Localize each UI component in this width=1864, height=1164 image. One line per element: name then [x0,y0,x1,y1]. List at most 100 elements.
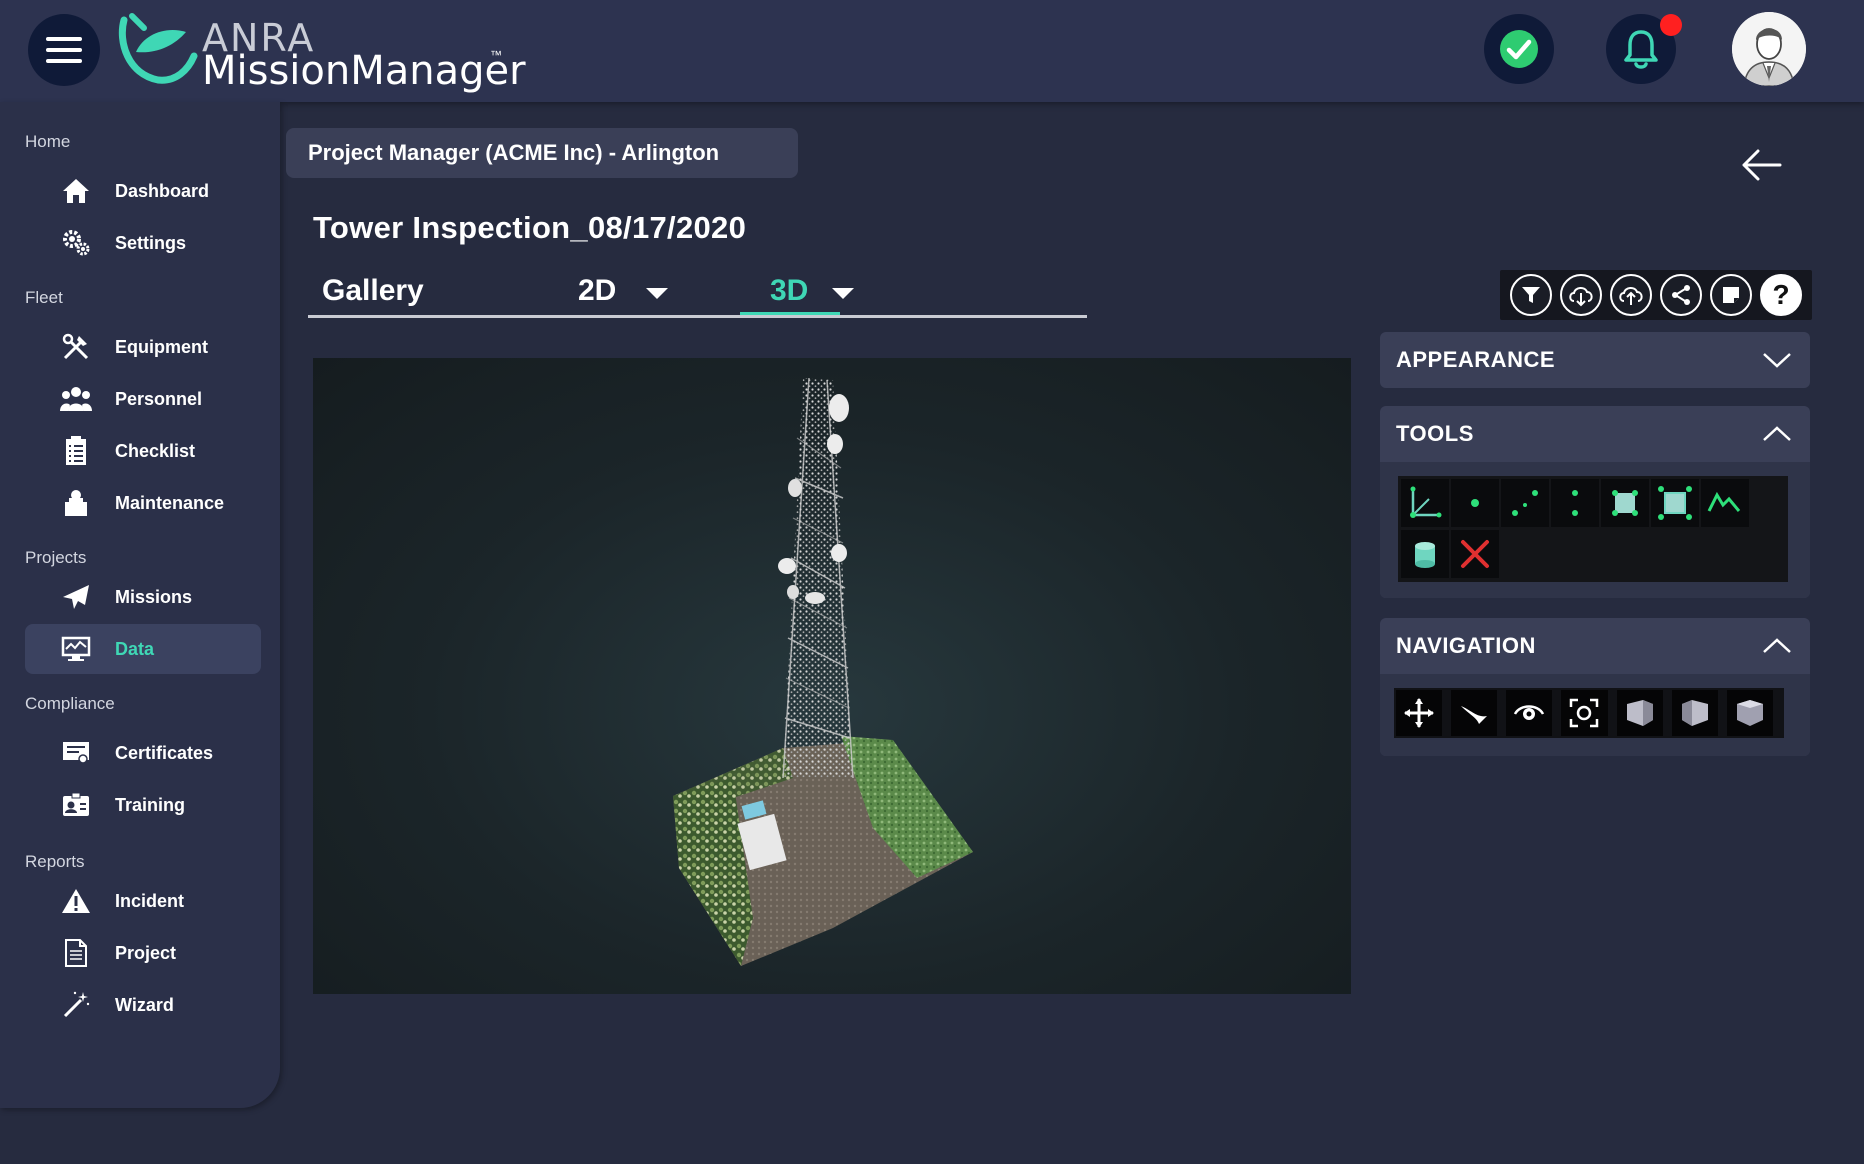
sidebar-item-missions[interactable]: Missions [25,572,261,622]
note-icon [1723,287,1739,303]
orbit-controls-tool[interactable] [1506,690,1553,736]
left-view-icon [1681,700,1708,726]
sidebar-item-project[interactable]: Project [25,928,261,978]
active-tab-indicator [740,312,840,315]
monitor-chart-icon [59,632,93,666]
full-extent-icon [1570,698,1599,728]
cloud-download-button[interactable] [1560,274,1602,316]
tools-panel-title: TOOLS [1396,421,1474,446]
cylinder-tool[interactable] [1401,530,1449,578]
filter-button[interactable] [1510,274,1552,316]
remove-measurements-icon [1461,540,1489,568]
bell-icon [1624,30,1658,69]
sidebar-item-label: Certificates [115,742,214,763]
height-tool[interactable] [1551,479,1599,527]
section-compliance: Compliance [25,694,115,713]
sidebar-item-label: Incident [115,890,185,911]
angle-measure-icon [1410,486,1442,518]
tools-panel-header[interactable]: TOOLS [1380,406,1810,462]
remove-measurements-tool[interactable] [1451,530,1499,578]
sidebar-item-personnel[interactable]: Personnel [25,374,261,424]
cylinder-icon [1415,542,1435,568]
area-icon [1612,490,1638,516]
sidebar-item-settings[interactable]: Settings [25,218,261,268]
hamburger-menu-button[interactable] [28,14,100,86]
sidebar-item-wizard[interactable]: Wizard [25,980,261,1030]
profile-tool[interactable] [1701,479,1749,527]
sidebar-item-label: Settings [115,232,187,253]
tab-3d-dropdown-caret[interactable] [832,288,854,299]
sidebar-item-checklist[interactable]: Checklist [25,426,261,476]
orbit-controls-icon [1514,705,1545,720]
sidebar-item-data[interactable]: Data [25,624,261,674]
view-tabs: Gallery 2D 3D [308,270,1087,318]
appearance-panel: APPEARANCE [1380,332,1810,388]
fly-controls-tool[interactable] [1451,690,1498,736]
filter-icon [1522,287,1540,303]
warning-icon [59,884,93,918]
back-button[interactable] [1738,142,1784,188]
cloud-upload-icon [1619,287,1643,305]
sidebar-item-label: Missions [115,586,193,607]
distance-icon [1512,490,1538,516]
sidebar-item-label: Dashboard [115,180,210,201]
sidebar-item-training[interactable]: Training [25,780,261,830]
top-view-tool[interactable] [1726,690,1773,736]
help-button[interactable]: ? [1760,274,1802,316]
tab-2d[interactable]: 2D [578,274,616,308]
logo-trademark: ™ [490,48,502,62]
sidebar: Home Dashboard Settings Fleet Equipment … [0,102,280,1108]
tab-3d[interactable]: 3D [770,274,808,308]
section-reports: Reports [25,852,85,871]
sidebar-item-certificates[interactable]: Certificates [25,728,261,778]
cloud-upload-button[interactable] [1610,274,1652,316]
height-icon [1572,490,1578,516]
measurement-tools-grid [1398,476,1788,582]
sidebar-item-equipment[interactable]: Equipment [25,322,261,372]
system-status-button[interactable] [1484,14,1554,84]
paper-plane-icon [59,580,93,614]
share-icon [1672,285,1690,305]
sidebar-item-label: Project [115,942,177,963]
navigation-panel-body [1380,674,1810,756]
chevron-up-icon [1763,638,1791,653]
point-icon [1471,499,1479,507]
angle-measure-tool[interactable] [1401,479,1449,527]
navigation-panel-header[interactable]: NAVIGATION [1380,618,1810,674]
tab-2d-dropdown-caret[interactable] [646,288,668,299]
breadcrumb: Project Manager (ACME Inc) - Arlington [286,128,798,178]
earth-controls-tool[interactable] [1396,690,1443,736]
tab-gallery[interactable]: Gallery [322,274,424,308]
volume-tool[interactable] [1651,479,1699,527]
viewer-toolbar: ? [1500,270,1812,320]
people-icon [59,382,93,416]
left-view-tool[interactable] [1671,690,1718,736]
tools-icon [59,330,93,364]
share-button[interactable] [1660,274,1702,316]
section-home: Home [25,132,71,151]
tools-panel: TOOLS [1380,406,1810,598]
appearance-panel-header[interactable]: APPEARANCE [1380,332,1810,388]
gears-icon [59,226,93,260]
point-cloud-viewer[interactable] [313,358,1351,994]
sidebar-item-label: Maintenance [115,492,225,513]
full-extent-tool[interactable] [1561,690,1608,736]
sidebar-item-incident[interactable]: Incident [25,876,261,926]
front-view-tool[interactable] [1616,690,1663,736]
note-button[interactable] [1710,274,1752,316]
area-tool[interactable] [1601,479,1649,527]
point-tool[interactable] [1451,479,1499,527]
check-circle-icon [1500,30,1538,68]
cloud-download-icon [1569,287,1593,307]
front-view-icon [1626,700,1653,726]
sidebar-item-dashboard[interactable]: Dashboard [25,166,261,216]
distance-tool[interactable] [1501,479,1549,527]
sidebar-item-label: Data [115,638,155,659]
navigation-tools-strip [1394,688,1784,738]
sidebar-item-label: Wizard [115,994,174,1015]
user-avatar[interactable] [1732,12,1806,86]
navigation-panel-title: NAVIGATION [1396,633,1536,658]
profile-icon [1707,491,1741,512]
sidebar-item-maintenance[interactable]: Maintenance [25,478,261,528]
section-projects: Projects [25,548,87,567]
